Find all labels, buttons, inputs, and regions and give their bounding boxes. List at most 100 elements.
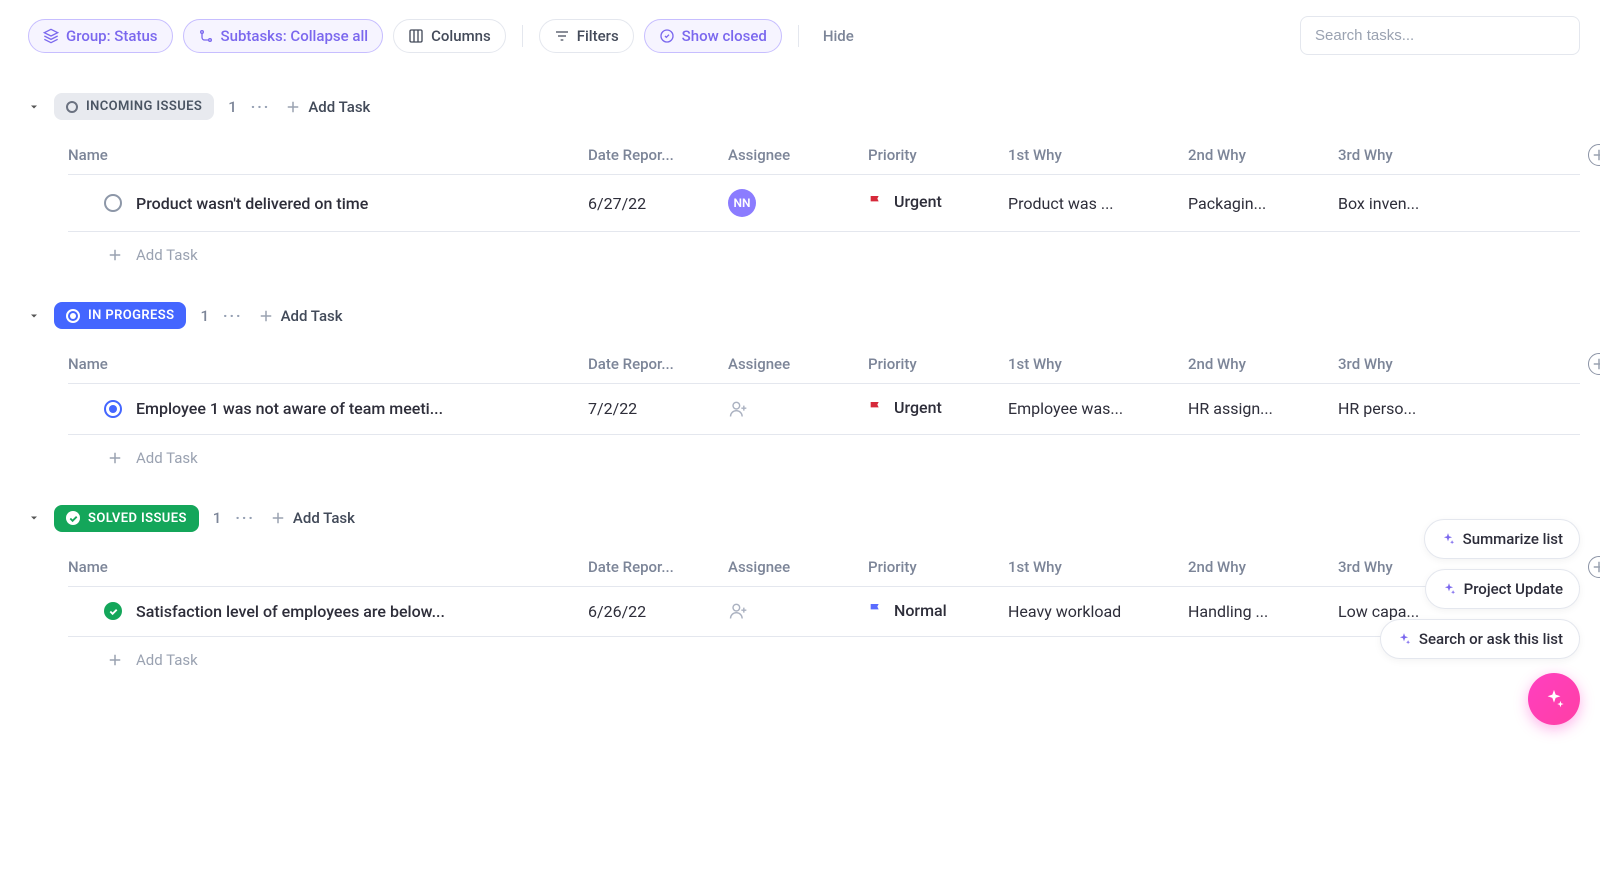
more-actions-button[interactable]: ··· xyxy=(223,307,243,325)
task-priority[interactable]: Urgent xyxy=(868,398,942,417)
add-assignee-icon[interactable] xyxy=(728,399,748,419)
task-why1[interactable]: Product was ... xyxy=(1008,194,1188,213)
status-pill[interactable]: IN PROGRESS xyxy=(54,302,186,329)
ai-summarize-button[interactable]: Summarize list xyxy=(1424,519,1580,559)
col-why1[interactable]: 1st Why xyxy=(1008,558,1188,576)
task-priority[interactable]: Normal xyxy=(868,601,947,620)
task-why3[interactable]: HR perso... xyxy=(1338,399,1458,418)
filters-pill[interactable]: Filters xyxy=(539,19,634,53)
plus-icon xyxy=(1590,355,1600,373)
add-task-row-button[interactable]: Add Task xyxy=(68,637,1580,669)
add-column-button[interactable] xyxy=(1588,353,1600,375)
add-assignee-icon[interactable] xyxy=(728,601,748,621)
col-assignee[interactable]: Assignee xyxy=(728,558,868,576)
status-pill[interactable]: SOLVED ISSUES xyxy=(54,505,199,532)
filter-icon xyxy=(554,28,570,44)
col-name[interactable]: Name xyxy=(68,558,588,576)
add-task-row-button[interactable]: Add Task xyxy=(68,232,1580,264)
col-why2[interactable]: 2nd Why xyxy=(1188,355,1338,373)
col-why3[interactable]: 3rd Why xyxy=(1338,146,1458,164)
col-assignee[interactable]: Assignee xyxy=(728,146,868,164)
col-date-reported[interactable]: Date Repor... xyxy=(588,558,728,576)
columns-icon xyxy=(408,28,424,44)
task-row[interactable]: Satisfaction level of employees are belo… xyxy=(68,587,1580,638)
task-priority[interactable]: Urgent xyxy=(868,192,942,211)
col-assignee[interactable]: Assignee xyxy=(728,355,868,373)
flag-icon xyxy=(868,400,884,416)
subtasks-pill[interactable]: Subtasks: Collapse all xyxy=(183,19,384,53)
task-assignee[interactable] xyxy=(728,601,868,621)
col-why1[interactable]: 1st Why xyxy=(1008,146,1188,164)
separator xyxy=(522,25,523,47)
task-assignee[interactable]: NN xyxy=(728,189,868,217)
col-why3[interactable]: 3rd Why xyxy=(1338,355,1458,373)
column-header-row: Name Date Repor... Assignee Priority 1st… xyxy=(68,548,1580,587)
plus-icon xyxy=(106,246,124,264)
status-indicator-done[interactable] xyxy=(104,602,122,620)
separator xyxy=(798,25,799,47)
ai-fab-button[interactable] xyxy=(1528,673,1580,725)
group-by-pill[interactable]: Group: Status xyxy=(28,19,173,53)
col-priority[interactable]: Priority xyxy=(868,146,1008,164)
col-date-reported[interactable]: Date Repor... xyxy=(588,146,728,164)
plus-icon xyxy=(106,449,124,467)
task-why2[interactable]: Handling ... xyxy=(1188,602,1338,621)
filters-label: Filters xyxy=(577,27,619,45)
status-pill[interactable]: INCOMING ISSUES xyxy=(54,93,214,120)
status-indicator-progress[interactable] xyxy=(104,400,122,418)
layers-icon xyxy=(43,28,59,44)
search-input[interactable] xyxy=(1300,16,1580,55)
col-why2[interactable]: 2nd Why xyxy=(1188,558,1338,576)
task-count: 1 xyxy=(228,98,237,116)
col-why1[interactable]: 1st Why xyxy=(1008,355,1188,373)
task-why1[interactable]: Heavy workload xyxy=(1008,602,1188,621)
add-column-button[interactable] xyxy=(1588,144,1600,166)
status-title: IN PROGRESS xyxy=(88,308,174,323)
task-why1[interactable]: Employee was... xyxy=(1008,399,1188,418)
task-row[interactable]: Product wasn't delivered on time 6/27/22… xyxy=(68,175,1580,232)
columns-pill[interactable]: Columns xyxy=(393,19,506,53)
chevron-down-icon[interactable] xyxy=(28,310,40,322)
add-column-button[interactable] xyxy=(1588,556,1600,578)
more-actions-button[interactable]: ··· xyxy=(251,98,271,116)
ai-suggestions: Summarize list Project Update Search or … xyxy=(1380,519,1580,659)
add-task-row-button[interactable]: Add Task xyxy=(68,435,1580,467)
chevron-down-icon[interactable] xyxy=(28,101,40,113)
group: IN PROGRESS 1 ··· Add Task Name Date Rep… xyxy=(28,294,1580,467)
col-priority[interactable]: Priority xyxy=(868,355,1008,373)
hide-button[interactable]: Hide xyxy=(815,27,862,45)
col-name[interactable]: Name xyxy=(68,355,588,373)
flag-icon xyxy=(868,194,884,210)
task-why2[interactable]: HR assign... xyxy=(1188,399,1338,418)
task-assignee[interactable] xyxy=(728,399,868,419)
add-task-header-button[interactable]: Add Task xyxy=(284,98,370,116)
check-icon xyxy=(108,606,119,617)
task-date[interactable]: 6/27/22 xyxy=(588,194,728,213)
task-why3[interactable]: Box inven... xyxy=(1338,194,1458,213)
col-date-reported[interactable]: Date Repor... xyxy=(588,355,728,373)
ai-search-ask-button[interactable]: Search or ask this list xyxy=(1380,619,1580,659)
chevron-down-icon[interactable] xyxy=(28,512,40,524)
show-closed-pill[interactable]: Show closed xyxy=(644,19,782,53)
col-why2[interactable]: 2nd Why xyxy=(1188,146,1338,164)
group-header: IN PROGRESS 1 ··· Add Task xyxy=(28,294,1580,345)
avatar[interactable]: NN xyxy=(728,189,756,217)
add-task-header-button[interactable]: Add Task xyxy=(257,307,343,325)
subtask-icon xyxy=(198,28,214,44)
task-row[interactable]: Employee 1 was not aware of team meeti..… xyxy=(68,384,1580,435)
plus-icon xyxy=(1590,146,1600,164)
add-task-header-button[interactable]: Add Task xyxy=(269,509,355,527)
task-why2[interactable]: Packagin... xyxy=(1188,194,1338,213)
task-date[interactable]: 7/2/22 xyxy=(588,399,728,418)
more-actions-button[interactable]: ··· xyxy=(235,509,255,527)
ai-project-update-button[interactable]: Project Update xyxy=(1425,569,1580,609)
col-priority[interactable]: Priority xyxy=(868,558,1008,576)
task-date[interactable]: 6/26/22 xyxy=(588,602,728,621)
sparkle-icon xyxy=(1442,582,1456,596)
col-name[interactable]: Name xyxy=(68,146,588,164)
flag-icon xyxy=(868,602,884,618)
task-name: Satisfaction level of employees are belo… xyxy=(136,602,445,621)
plus-icon xyxy=(284,98,302,116)
plus-icon xyxy=(257,307,275,325)
status-indicator-open[interactable] xyxy=(104,194,122,212)
